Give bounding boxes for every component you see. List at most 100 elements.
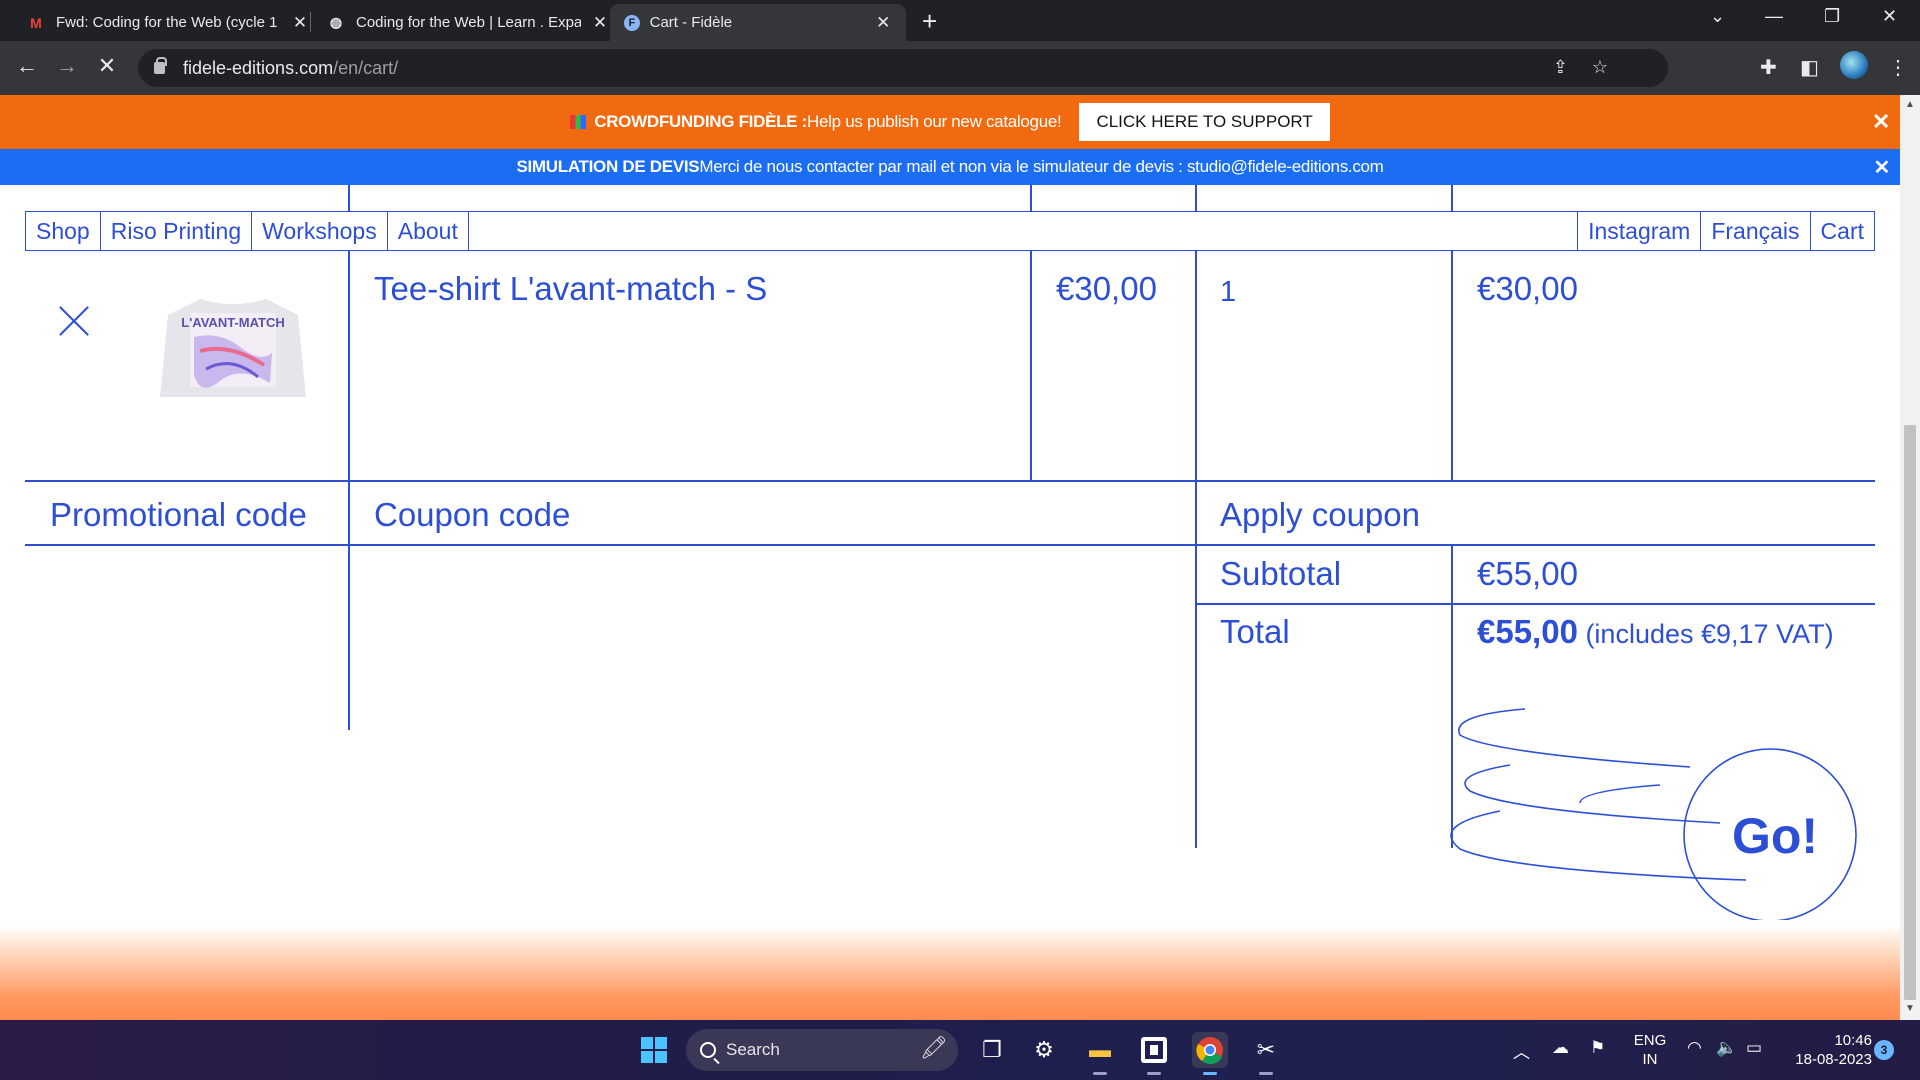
address-bar: ← → ✕ fidele-editions.com/en/cart/ ⇪ ☆ ✚… xyxy=(0,41,1920,95)
minimize-icon[interactable]: — xyxy=(1765,6,1783,27)
total-vat: (includes €9,17 VAT) xyxy=(1577,619,1834,649)
search-icon xyxy=(700,1042,716,1058)
tab-title: Cart - Fidèle xyxy=(649,14,733,31)
item-subtotal: €30,00 xyxy=(1477,270,1578,307)
page-scrollbar[interactable]: ▲ ▼ xyxy=(1900,95,1920,1020)
quantity-input[interactable]: 1 xyxy=(1220,276,1236,309)
nav-cart[interactable]: Cart xyxy=(1811,212,1874,250)
book-icon xyxy=(570,115,587,129)
running-indicator xyxy=(1259,1072,1273,1075)
column-divider xyxy=(1030,251,1032,481)
crowdfunding-title: CROWDFUNDING FIDÈLE : xyxy=(594,112,808,131)
nav-workshops[interactable]: Workshops xyxy=(252,212,388,250)
extensions-icon[interactable]: ✚ xyxy=(1760,55,1777,80)
column-divider xyxy=(1030,185,1032,211)
file-explorer-icon[interactable]: ▬ xyxy=(1082,1032,1118,1068)
bookmark-star-icon[interactable]: ☆ xyxy=(1592,57,1608,78)
close-icon[interactable]: ✕ xyxy=(1872,109,1890,135)
column-divider xyxy=(1195,251,1197,848)
simulation-title: SIMULATION DE DEVIS xyxy=(516,157,700,176)
gmail-icon: M xyxy=(30,14,42,31)
simulation-banner: SIMULATION DE DEVIS Merci de nous contac… xyxy=(0,149,1900,185)
row-divider xyxy=(25,480,1875,482)
back-icon[interactable]: ← xyxy=(12,53,42,79)
dev-app-icon[interactable] xyxy=(1136,1032,1172,1068)
taskbar-search-input[interactable]: Search 🖍 xyxy=(686,1029,958,1071)
column-divider xyxy=(1451,251,1453,481)
close-icon[interactable]: ✕ xyxy=(591,13,609,33)
input-language[interactable]: ENG IN xyxy=(1630,1031,1670,1069)
site-navigation: Shop Riso Printing Workshops About Insta… xyxy=(25,211,1875,251)
close-icon[interactable]: ✕ xyxy=(291,13,309,33)
task-view-icon[interactable]: ❐ xyxy=(974,1032,1010,1068)
column-divider xyxy=(1451,185,1453,211)
nav-instagram[interactable]: Instagram xyxy=(1578,212,1702,250)
checkout-go-button[interactable]: Go! xyxy=(1430,695,1890,920)
fidele-icon: F xyxy=(624,14,640,31)
simulation-text: Merci de nous contacter par mail et non … xyxy=(699,157,1384,176)
lock-icon[interactable] xyxy=(154,57,167,74)
tab-gmail[interactable]: M Fwd: Coding for the Web (cycle 1 ✕ xyxy=(12,4,323,41)
promo-code-label: Promotional code xyxy=(50,496,307,533)
side-panel-icon[interactable]: ◧ xyxy=(1800,55,1819,80)
clock[interactable]: 10:46 18-08-2023 xyxy=(1782,1031,1872,1069)
stop-loading-icon[interactable]: ✕ xyxy=(92,53,122,79)
product-thumbnail[interactable]: L'AVANT-MATCH xyxy=(160,295,306,397)
notification-badge[interactable]: 3 xyxy=(1874,1040,1894,1060)
remove-item-icon[interactable] xyxy=(58,305,90,337)
total-value-row: €55,00 (includes €9,17 VAT) xyxy=(1477,613,1834,651)
crowdfunding-banner: CROWDFUNDING FIDÈLE : Help us publish ou… xyxy=(0,95,1900,149)
windows-taskbar: Search 🖍 ❐ ⚙ ▬ ✂ ︿ ☁ ⚑ ENG IN ◠ 🔈 ▭ 10:46… xyxy=(0,1020,1920,1080)
new-tab-button[interactable]: + xyxy=(922,6,937,37)
show-hidden-icons[interactable]: ︿ xyxy=(1513,1038,1530,1063)
url-input[interactable]: fidele-editions.com/en/cart/ ⇪ ☆ xyxy=(138,49,1668,87)
window-close-icon[interactable]: ✕ xyxy=(1882,6,1897,27)
total-value: €55,00 xyxy=(1477,613,1578,650)
profile-avatar[interactable] xyxy=(1840,51,1868,79)
footer-gradient xyxy=(0,925,1900,1020)
search-label: Search xyxy=(726,1040,780,1059)
onedrive-icon[interactable]: ☁ xyxy=(1552,1038,1569,1058)
scroll-thumb[interactable] xyxy=(1904,425,1916,1000)
nav-shop[interactable]: Shop xyxy=(26,212,101,250)
row-divider xyxy=(25,544,1875,546)
nav-language-francais[interactable]: Français xyxy=(1701,212,1811,250)
tab-coding-for-the-web[interactable]: ◍ Coding for the Web | Learn . Expa ✕ xyxy=(312,4,623,41)
close-icon[interactable]: ✕ xyxy=(1874,155,1891,180)
scroll-up-icon[interactable]: ▲ xyxy=(1904,99,1916,110)
share-icon[interactable]: ⇪ xyxy=(1553,57,1568,78)
battery-icon[interactable]: ▭ xyxy=(1746,1038,1762,1058)
thumbnail-label: L'AVANT-MATCH xyxy=(181,315,284,330)
column-divider xyxy=(348,251,350,730)
running-indicator xyxy=(1147,1072,1161,1075)
search-highlight-icon: 🖍 xyxy=(920,1035,948,1060)
forward-icon[interactable]: → xyxy=(52,53,82,79)
subtotal-label: Subtotal xyxy=(1220,555,1342,592)
tab-separator xyxy=(310,12,311,32)
running-indicator xyxy=(1093,1072,1107,1075)
coupon-code-input[interactable]: Coupon code xyxy=(374,496,570,534)
globe-icon: ◍ xyxy=(329,14,343,30)
column-divider xyxy=(348,185,350,211)
restore-icon[interactable]: ❐ xyxy=(1824,6,1840,27)
settings-gear-icon[interactable]: ⚙ xyxy=(1026,1032,1062,1068)
go-label: Go! xyxy=(1732,808,1818,864)
nav-spacer xyxy=(469,212,1579,250)
tab-search-icon[interactable]: ⌄ xyxy=(1710,6,1725,27)
apply-coupon-button[interactable]: Apply coupon xyxy=(1220,496,1420,534)
volume-icon[interactable]: 🔈 xyxy=(1716,1038,1737,1058)
tab-cart-fidele[interactable]: F Cart - Fidèle ✕ xyxy=(610,4,906,41)
chrome-icon[interactable] xyxy=(1192,1032,1228,1068)
close-icon[interactable]: ✕ xyxy=(874,13,892,33)
scroll-down-icon[interactable]: ▼ xyxy=(1904,1003,1916,1014)
menu-kebab-icon[interactable]: ⋮ xyxy=(1888,55,1908,80)
windows-start-icon[interactable] xyxy=(636,1032,672,1068)
nav-about[interactable]: About xyxy=(388,212,469,250)
meet-app-icon[interactable]: ⚑ xyxy=(1590,1038,1605,1058)
wifi-icon[interactable]: ◠ xyxy=(1687,1038,1702,1058)
snipping-tool-icon[interactable]: ✂ xyxy=(1248,1032,1284,1068)
crowdfunding-text: Help us publish our new catalogue! xyxy=(807,112,1062,131)
nav-riso-printing[interactable]: Riso Printing xyxy=(101,212,253,250)
support-button[interactable]: CLICK HERE TO SUPPORT xyxy=(1079,103,1330,141)
item-name[interactable]: Tee-shirt L'avant-match - S xyxy=(374,270,767,308)
